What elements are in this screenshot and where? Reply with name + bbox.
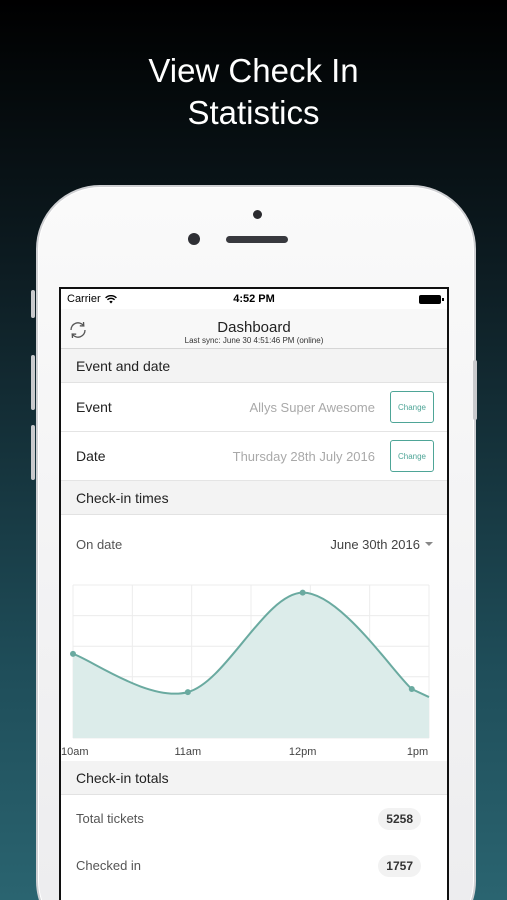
x-tick-label: 1pm: [407, 746, 428, 758]
status-time: 4:52 PM: [233, 293, 275, 305]
checked-in-row: Checked in 1757: [61, 842, 447, 889]
checkin-times-header: Check-in times: [61, 481, 447, 515]
headline-line-2: Statistics: [187, 94, 320, 131]
last-sync-text: Last sync: June 30 4:51:46 PM (online): [184, 336, 324, 345]
chart-data-point: [408, 686, 415, 693]
nav-title: Dashboard: [217, 319, 291, 336]
x-tick-label: 10am: [61, 746, 89, 758]
date-label: Date: [76, 448, 106, 464]
x-tick-label: 12pm: [289, 746, 317, 758]
earpiece-speaker: [226, 236, 288, 243]
proximity-sensor: [253, 210, 262, 219]
total-tickets-row: Total tickets 5258: [61, 795, 447, 842]
chart-data-point: [299, 589, 306, 596]
date-dropdown[interactable]: June 30th 2016: [330, 537, 433, 552]
chevron-down-icon: [425, 542, 433, 546]
x-tick-label: 11am: [174, 746, 201, 758]
event-label: Event: [76, 399, 112, 415]
carrier-label: Carrier: [67, 293, 101, 305]
volume-down-button: [31, 425, 35, 480]
app-screen: Carrier 4:52 PM Dashboard Last sync: Jun…: [59, 287, 449, 900]
nav-bar: Dashboard Last sync: June 30 4:51:46 PM …: [61, 309, 447, 349]
on-date-row: On date June 30th 2016: [61, 515, 447, 573]
checked-in-label: Checked in: [76, 858, 142, 873]
total-tickets-label: Total tickets: [76, 811, 144, 826]
battery-icon: [419, 294, 444, 304]
date-value: Thursday 28th July 2016: [232, 448, 375, 464]
mute-switch: [31, 290, 35, 318]
change-date-button[interactable]: Change: [390, 440, 434, 472]
promo-headline: View Check In Statistics: [0, 50, 507, 134]
event-section-header: Event and date: [61, 349, 447, 383]
totals-list: Total tickets 5258 Checked in 1757: [61, 795, 447, 889]
power-button: [473, 360, 477, 420]
on-date-label: On date: [76, 536, 123, 552]
date-row: Date Thursday 28th July 2016 Change: [61, 432, 447, 481]
chart-data-point: [70, 650, 76, 657]
change-event-button[interactable]: Change: [390, 391, 434, 423]
event-value: Allys Super Awesome: [249, 399, 376, 415]
total-tickets-count: 5258: [378, 807, 421, 830]
front-camera: [188, 233, 200, 245]
chart-data-point: [184, 689, 191, 696]
checked-in-count: 1757: [378, 854, 421, 877]
event-row: Event Allys Super Awesome Change: [61, 383, 447, 432]
headline-line-1: View Check In: [148, 52, 359, 89]
wifi-icon: [104, 294, 117, 303]
selected-date-value: June 30th 2016: [330, 536, 420, 552]
status-bar: Carrier 4:52 PM: [61, 289, 447, 309]
checkin-times-chart: 10am 11am 12pm 1pm: [61, 573, 447, 761]
volume-up-button: [31, 355, 35, 410]
checkin-totals-header: Check-in totals: [61, 761, 447, 795]
chart-svg: 10am 11am 12pm 1pm: [61, 584, 430, 758]
